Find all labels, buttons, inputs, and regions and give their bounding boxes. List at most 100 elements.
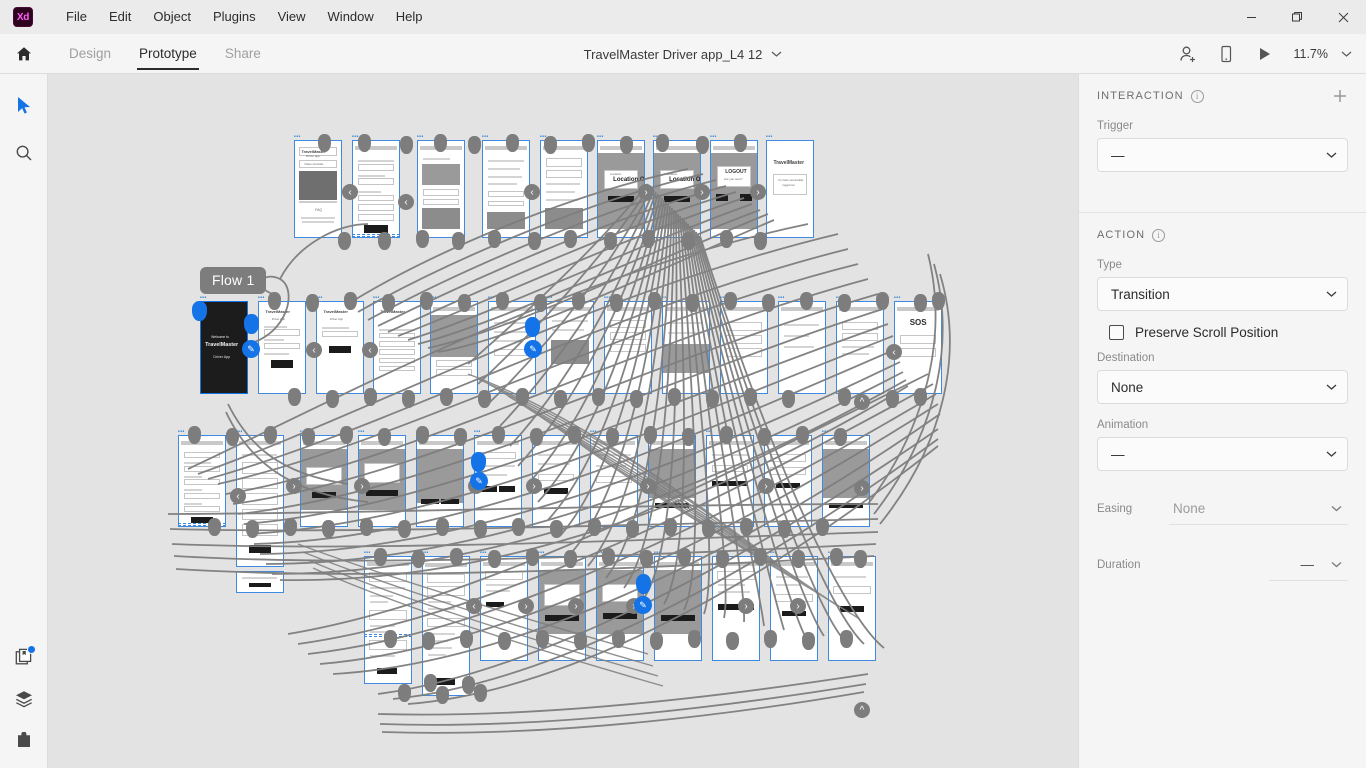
artboard-welcome-home[interactable]: Welcome to TravelMaster Driver App	[200, 301, 248, 394]
artboard[interactable]	[546, 301, 594, 394]
tab-share[interactable]: Share	[211, 34, 275, 74]
selected-connection-handle[interactable]	[525, 317, 540, 337]
artboard[interactable]	[430, 301, 478, 394]
artboard[interactable]	[540, 140, 588, 238]
artboard[interactable]	[604, 301, 652, 394]
connection-arrow[interactable]: ‹	[342, 184, 358, 200]
selected-connection-node[interactable]: ✎	[470, 472, 488, 490]
connection-arrow[interactable]: ›	[738, 598, 754, 614]
artboard-logged-out[interactable]: TravelMaster You have successfully logge…	[766, 140, 814, 238]
zoom-dropdown-chevron-icon[interactable]	[1336, 37, 1356, 71]
connection-arrow[interactable]: ^	[854, 394, 870, 410]
selected-connection-node[interactable]: ✎	[524, 340, 542, 358]
menu-help[interactable]: Help	[385, 0, 434, 34]
connection-arrow[interactable]: ›	[790, 598, 806, 614]
connection-arrow[interactable]: ›	[518, 598, 534, 614]
artboard[interactable]	[482, 140, 530, 238]
artboard-login[interactable]: TravelMaster Driver App	[258, 301, 306, 394]
connection-arrow[interactable]: ›	[640, 478, 656, 494]
device-preview-icon[interactable]	[1209, 37, 1243, 71]
artboard[interactable]: TravelMaster	[373, 301, 421, 394]
preserve-scroll-checkbox[interactable]	[1109, 325, 1124, 340]
type-select[interactable]: Transition	[1097, 277, 1348, 311]
trigger-select[interactable]: —	[1097, 138, 1348, 172]
minimize-button[interactable]	[1228, 0, 1274, 34]
destination-label: Destination	[1097, 352, 1155, 364]
artboard[interactable]	[778, 301, 826, 394]
connection-arrow[interactable]: ‹	[466, 598, 482, 614]
connection-arrow[interactable]: ›	[568, 598, 584, 614]
artboard[interactable]	[364, 556, 412, 684]
artboard[interactable]	[828, 556, 876, 661]
connection-arrow[interactable]: ^	[854, 702, 870, 718]
connection-arrow[interactable]: ‹	[886, 344, 902, 360]
maximize-button[interactable]	[1274, 0, 1320, 34]
share-invite-icon[interactable]	[1171, 37, 1205, 71]
artboard[interactable]	[352, 140, 400, 238]
connection-arrow[interactable]: ›	[638, 184, 654, 200]
selected-connection-handle[interactable]	[192, 301, 207, 321]
connection-arrow[interactable]: ›	[526, 478, 542, 494]
artboard[interactable]: TravelMaster Driver app Video tutorials …	[294, 140, 342, 238]
artboard[interactable]	[836, 301, 884, 394]
close-button[interactable]	[1320, 0, 1366, 34]
plugins-panel-button[interactable]	[0, 720, 48, 762]
artboard[interactable]	[648, 435, 696, 527]
desktop-preview-play-icon[interactable]	[1247, 37, 1281, 71]
info-icon[interactable]: i	[1190, 89, 1204, 103]
connection-arrow[interactable]: ›	[750, 184, 766, 200]
preserve-scroll-row[interactable]: Preserve Scroll Position	[1079, 311, 1366, 342]
tab-prototype[interactable]: Prototype	[125, 34, 211, 74]
animation-select[interactable]: —	[1097, 437, 1348, 471]
selected-connection-handle[interactable]	[244, 314, 259, 334]
connection-arrow[interactable]: ›	[354, 478, 370, 494]
zoom-level-value[interactable]: 11.7%	[1285, 47, 1332, 61]
action-title: ACTION	[1097, 229, 1146, 241]
artboard[interactable]	[720, 301, 768, 394]
duration-select[interactable]: —	[1269, 549, 1348, 581]
connection-arrow[interactable]: ‹	[306, 342, 322, 358]
connection-arrow[interactable]: ‹	[230, 488, 246, 504]
menu-object[interactable]: Object	[142, 0, 202, 34]
connection-arrow[interactable]: ‹	[398, 194, 414, 210]
home-icon[interactable]	[12, 34, 36, 74]
connection-arrow[interactable]: ‹	[362, 342, 378, 358]
menu-window[interactable]: Window	[317, 0, 385, 34]
connection-arrow[interactable]: ›	[694, 184, 710, 200]
chevron-down-icon[interactable]	[771, 50, 782, 58]
assets-panel-button[interactable]	[0, 636, 48, 678]
connection-arrow[interactable]: ›	[286, 478, 302, 494]
artboard[interactable]	[417, 140, 465, 238]
easing-value: None	[1173, 501, 1206, 516]
selected-connection-handle[interactable]	[636, 574, 651, 594]
artboard[interactable]	[178, 435, 226, 527]
menu-file[interactable]: File	[55, 0, 98, 34]
destination-select[interactable]: None	[1097, 370, 1348, 404]
selected-connection-handle[interactable]	[471, 452, 486, 472]
selected-connection-node[interactable]: ✎	[634, 596, 652, 614]
connection-arrow[interactable]: ›	[854, 480, 870, 496]
menu-plugins[interactable]: Plugins	[202, 0, 267, 34]
tab-design[interactable]: Design	[55, 34, 125, 74]
zoom-tool[interactable]	[0, 132, 48, 174]
artboard[interactable]	[706, 435, 754, 527]
add-interaction-button[interactable]	[1330, 86, 1350, 106]
layers-panel-button[interactable]	[0, 678, 48, 720]
select-tool[interactable]	[0, 84, 48, 126]
artboard[interactable]	[300, 435, 348, 527]
artboard[interactable]	[236, 571, 284, 593]
prototype-canvas[interactable]: ••• TravelMaster Driver app Video tutori…	[48, 74, 1078, 768]
easing-select[interactable]: None	[1169, 493, 1348, 525]
selected-connection-node[interactable]: ✎	[242, 340, 260, 358]
connection-arrow[interactable]: ‹	[524, 184, 540, 200]
artboard[interactable]	[590, 435, 638, 527]
artboard[interactable]	[662, 301, 710, 394]
chevron-down-icon	[1326, 291, 1337, 298]
flow-badge[interactable]: Flow 1	[200, 267, 267, 294]
connection-arrow[interactable]: ›	[758, 478, 774, 494]
artboard[interactable]	[416, 435, 464, 527]
info-icon[interactable]: i	[1152, 228, 1166, 242]
menu-edit[interactable]: Edit	[98, 0, 142, 34]
menu-view[interactable]: View	[267, 0, 317, 34]
artboard-signup[interactable]: TravelMaster Driver App	[316, 301, 364, 394]
